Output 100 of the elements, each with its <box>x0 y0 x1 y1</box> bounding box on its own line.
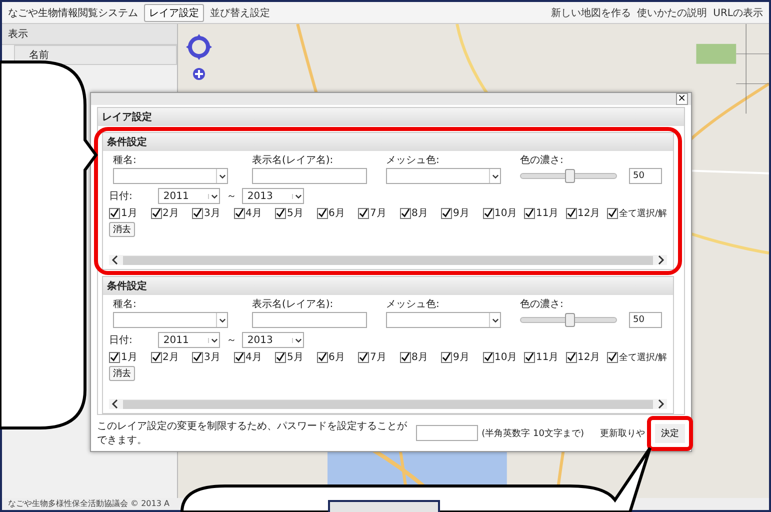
month-label: 6月 <box>328 351 345 364</box>
month-label: 9月 <box>453 351 470 364</box>
date-label: 日付: <box>109 334 132 347</box>
month-label: 11月 <box>536 207 559 220</box>
caret-icon[interactable] <box>492 174 498 178</box>
password-note: このレイア設定の変更を制限するため、パスワードを設定することができます。 <box>97 420 408 447</box>
cancel-link[interactable]: 更新取りや <box>600 426 645 440</box>
checkbox[interactable] <box>607 352 618 362</box>
month-label: 1月 <box>121 207 138 220</box>
header-link[interactable]: 新しい地図を作る <box>551 6 632 20</box>
value-field[interactable]: 50 <box>629 312 662 328</box>
checkbox[interactable] <box>234 352 244 362</box>
checkbox[interactable] <box>400 352 410 362</box>
password-hint: (半角英数字 10文字まで) <box>482 428 584 440</box>
year-select[interactable]: 2011 <box>158 332 220 348</box>
checkbox[interactable] <box>400 208 410 218</box>
caret-icon[interactable] <box>218 318 226 322</box>
checkbox[interactable] <box>482 208 494 218</box>
field-label: 表示名(レイア名): <box>252 298 334 311</box>
horizontal-scrollbar[interactable] <box>109 399 667 409</box>
month-label: 7月 <box>370 207 386 220</box>
sidebar-title: 表示 <box>2 24 177 45</box>
checkbox[interactable] <box>150 208 162 218</box>
checkbox[interactable] <box>150 352 162 362</box>
layer-settings-button[interactable]: レイア設定 <box>144 4 204 22</box>
checkbox[interactable] <box>524 352 535 362</box>
scroll-left-icon[interactable] <box>111 399 119 409</box>
year-select[interactable]: 2011 <box>158 188 220 204</box>
checkbox[interactable] <box>192 352 203 362</box>
month-label: 8月 <box>412 351 428 364</box>
month-label: 5月 <box>287 207 304 220</box>
header-link[interactable]: 使いかたの説明 <box>637 6 708 20</box>
checkbox[interactable] <box>234 208 244 218</box>
month-label: 12月 <box>578 207 600 220</box>
checkbox[interactable] <box>566 208 576 218</box>
caret-icon[interactable] <box>218 174 226 178</box>
select-all-label: 全て選択/解 <box>619 352 668 364</box>
text-field[interactable] <box>252 168 367 184</box>
month-label: 6月 <box>328 207 345 220</box>
caret-icon[interactable] <box>492 318 498 322</box>
year-select[interactable]: 2013 <box>242 332 304 348</box>
clear-button[interactable]: 消去 <box>109 366 135 381</box>
value-field[interactable]: 50 <box>629 168 662 184</box>
checkbox[interactable] <box>358 352 369 362</box>
checkbox[interactable] <box>482 352 494 362</box>
checkbox[interactable] <box>441 208 452 218</box>
text-field[interactable] <box>252 312 367 328</box>
month-label: 10月 <box>494 207 518 220</box>
month-label: 12月 <box>578 351 600 364</box>
month-label: 4月 <box>246 351 262 364</box>
field-label: 色の濃さ: <box>520 298 564 311</box>
month-label: 9月 <box>453 207 470 220</box>
month-label: 4月 <box>246 207 262 220</box>
date-label: 日付: <box>109 190 132 203</box>
header-link[interactable]: URLの表示 <box>713 6 763 20</box>
caret-icon[interactable] <box>210 194 218 198</box>
checkbox[interactable] <box>316 352 328 362</box>
app-title: なごや生物情報閲覧システム <box>8 6 138 20</box>
month-label: 1月 <box>121 351 138 364</box>
checkbox[interactable] <box>607 208 618 218</box>
field-label: メッシュ色: <box>386 154 440 167</box>
select-field[interactable] <box>386 312 501 328</box>
checkbox[interactable] <box>441 352 452 362</box>
scroll-left-icon[interactable] <box>111 255 119 265</box>
checkbox[interactable] <box>358 208 369 218</box>
caret-icon[interactable] <box>210 338 218 342</box>
select-field[interactable] <box>386 168 501 184</box>
close-button[interactable]: × <box>676 93 688 105</box>
checkbox[interactable] <box>192 208 203 218</box>
month-label: 5月 <box>287 351 304 364</box>
checkbox[interactable] <box>566 352 576 362</box>
password-field[interactable] <box>416 425 478 441</box>
caret-icon[interactable] <box>294 194 302 198</box>
panel-header: レイア設定 <box>98 108 684 126</box>
clear-button[interactable]: 消去 <box>109 222 135 237</box>
select-field[interactable] <box>113 168 228 184</box>
month-label: 2月 <box>162 351 179 364</box>
month-label: 2月 <box>162 207 179 220</box>
field-label: メッシュ色: <box>386 298 440 311</box>
scroll-right-icon[interactable] <box>657 255 665 265</box>
scroll-right-icon[interactable] <box>657 399 665 409</box>
section-header: 条件設定 <box>103 133 673 151</box>
caret-icon[interactable] <box>294 338 302 342</box>
range-separator: ～ <box>226 334 236 347</box>
field-label: 種名: <box>113 298 138 311</box>
field-label: 色の濃さ: <box>520 154 564 167</box>
select-all-label: 全て選択/解 <box>619 208 668 220</box>
checkbox[interactable] <box>275 352 286 362</box>
year-select[interactable]: 2013 <box>242 188 304 204</box>
confirm-button[interactable]: 決定 <box>655 424 685 442</box>
checkbox[interactable] <box>524 208 535 218</box>
month-label: 3月 <box>204 351 220 364</box>
month-label: 10月 <box>494 351 518 364</box>
checkbox[interactable] <box>109 208 120 218</box>
horizontal-scrollbar[interactable] <box>109 255 667 265</box>
checkbox[interactable] <box>275 208 286 218</box>
sort-settings-link[interactable]: 並び替え設定 <box>210 6 270 20</box>
select-field[interactable] <box>113 312 228 328</box>
checkbox[interactable] <box>316 208 328 218</box>
checkbox[interactable] <box>109 352 120 362</box>
